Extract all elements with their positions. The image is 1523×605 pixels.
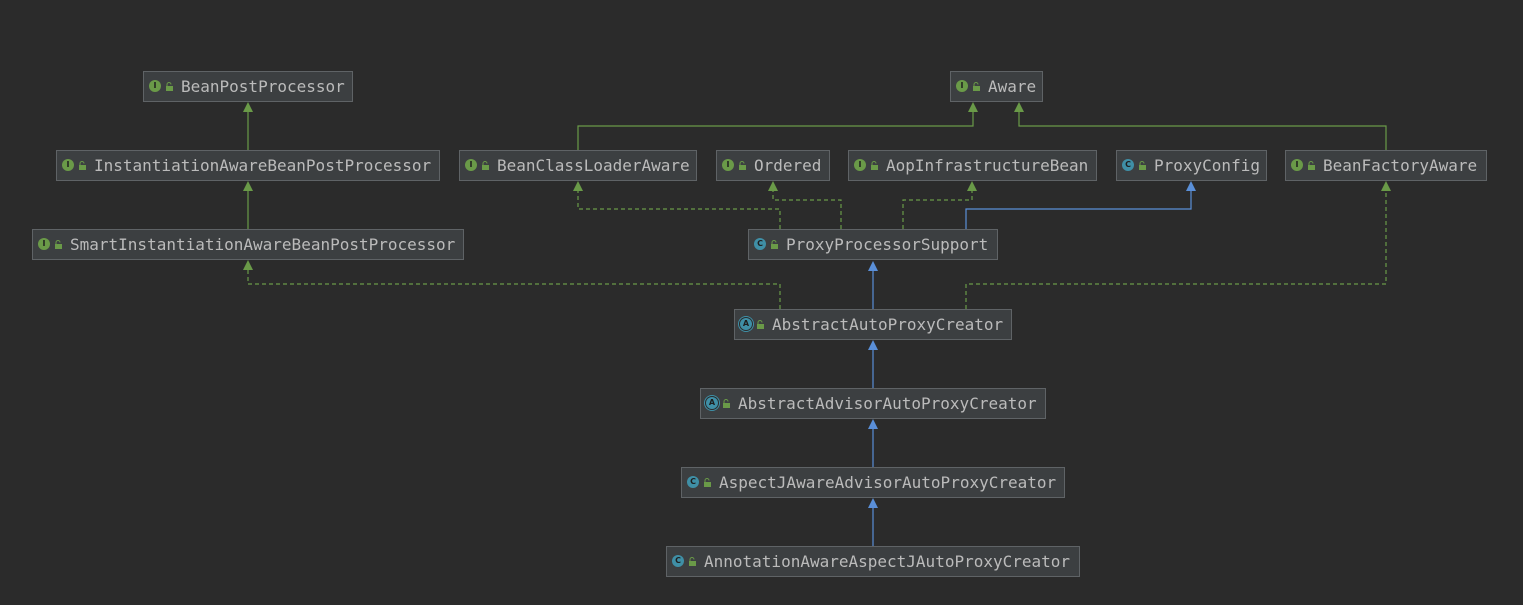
public-visibility-icon [689, 557, 696, 566]
edge-line [577, 190, 781, 229]
arrowhead [1186, 181, 1196, 191]
edge-line [902, 190, 973, 229]
class-icon: C [672, 555, 684, 567]
edge-BeanFactoryAware-to-Aware [1014, 102, 1387, 150]
arrowhead [967, 181, 977, 191]
edge-BeanClassLoaderAware-to-Aware [577, 102, 978, 150]
arrowhead [868, 498, 878, 508]
node-AspectJAwareAdvisorAutoProxyCreator[interactable]: C AspectJAwareAdvisorAutoProxyCreator [681, 467, 1065, 498]
interface-icon: I [956, 80, 968, 92]
public-visibility-icon [739, 161, 746, 170]
edge-InstantiationAwareBeanPostProcessor-to-BeanPostProcessor [243, 102, 253, 150]
edge-AbstractAdvisorAutoProxyCreator-to-AbstractAutoProxyCreator [868, 340, 878, 388]
node-AbstractAutoProxyCreator[interactable]: A AbstractAutoProxyCreator [734, 309, 1012, 340]
edge-AbstractAutoProxyCreator-to-ProxyProcessorSupport [868, 261, 878, 309]
node-label: AopInfrastructureBean [886, 156, 1089, 175]
node-AnnotationAwareAspectJAutoProxyCreator[interactable]: C AnnotationAwareAspectJAutoProxyCreator [666, 546, 1080, 577]
arrowhead [243, 102, 253, 112]
node-AopInfrastructureBean[interactable]: I AopInfrastructureBean [848, 150, 1097, 181]
node-BeanFactoryAware[interactable]: I BeanFactoryAware [1285, 150, 1487, 181]
node-label: InstantiationAwareBeanPostProcessor [94, 156, 432, 175]
edge-line [1018, 111, 1387, 150]
node-label: AbstractAdvisorAutoProxyCreator [738, 394, 1037, 413]
node-label: BeanPostProcessor [181, 77, 345, 96]
arrowhead [243, 260, 253, 270]
public-visibility-icon [771, 240, 778, 249]
arrowhead [573, 181, 583, 191]
interface-icon: I [465, 159, 477, 171]
edge-AnnotationAwareAspectJAutoProxyCreator-to-AspectJAwareAdvisorAutoProxyCreator [868, 498, 878, 546]
node-label: AspectJAwareAdvisorAutoProxyCreator [719, 473, 1057, 492]
public-visibility-icon [973, 82, 980, 91]
public-visibility-icon [757, 320, 764, 329]
public-visibility-icon [79, 161, 86, 170]
node-BeanPostProcessor[interactable]: I BeanPostProcessor [143, 71, 353, 102]
node-AbstractAdvisorAutoProxyCreator[interactable]: A AbstractAdvisorAutoProxyCreator [700, 388, 1046, 419]
interface-icon: I [149, 80, 161, 92]
node-ProxyConfig[interactable]: C ProxyConfig [1116, 150, 1267, 181]
arrowhead [868, 340, 878, 350]
arrowhead [1381, 181, 1391, 191]
public-visibility-icon [1308, 161, 1315, 170]
arrowhead [1014, 102, 1024, 112]
node-label: AnnotationAwareAspectJAutoProxyCreator [704, 552, 1071, 571]
node-label: Aware [988, 77, 1037, 96]
edge-AbstractAutoProxyCreator-to-BeanFactoryAware [965, 181, 1391, 309]
public-visibility-icon [482, 161, 489, 170]
edge-SmartInstantiationAwareBeanPostProcessor-to-InstantiationAwareBeanPostProcessor [243, 181, 253, 229]
arrowhead [243, 181, 253, 191]
edge-line [965, 190, 1192, 229]
edge-line [577, 111, 974, 150]
class-icon: C [687, 476, 699, 488]
public-visibility-icon [166, 82, 173, 91]
interface-icon: I [854, 159, 866, 171]
edge-line [772, 190, 842, 229]
arrowhead [868, 419, 878, 429]
edge-AbstractAutoProxyCreator-to-SmartInstantiationAwareBeanPostProcessor [243, 260, 781, 309]
node-label: ProxyConfig [1154, 156, 1260, 175]
class-icon: C [754, 238, 766, 250]
node-Aware[interactable]: I Aware [950, 71, 1043, 102]
arrowhead [768, 181, 778, 191]
node-label: SmartInstantiationAwareBeanPostProcessor [70, 235, 456, 254]
node-label: AbstractAutoProxyCreator [772, 315, 1004, 334]
node-SmartInstantiationAwareBeanPostProcessor[interactable]: I SmartInstantiationAwareBeanPostProcesso… [32, 229, 464, 260]
node-BeanClassLoaderAware[interactable]: I BeanClassLoaderAware [459, 150, 697, 181]
node-ProxyProcessorSupport[interactable]: C ProxyProcessorSupport [748, 229, 998, 260]
edge-line [247, 269, 781, 309]
edge-ProxyProcessorSupport-to-ProxyConfig [965, 181, 1196, 229]
public-visibility-icon [1139, 161, 1146, 170]
node-label: Ordered [754, 156, 822, 175]
interface-icon: I [38, 238, 50, 250]
edge-line [965, 190, 1387, 309]
public-visibility-icon [871, 161, 878, 170]
node-Ordered[interactable]: I Ordered [716, 150, 830, 181]
edge-ProxyProcessorSupport-to-BeanClassLoaderAware [573, 181, 781, 229]
interface-icon: I [62, 159, 74, 171]
interface-icon: I [1291, 159, 1303, 171]
arrowhead [968, 102, 978, 112]
node-InstantiationAwareBeanPostProcessor[interactable]: I InstantiationAwareBeanPostProcessor [56, 150, 440, 181]
public-visibility-icon [723, 399, 730, 408]
public-visibility-icon [55, 240, 62, 249]
abstract-class-icon: A [740, 318, 752, 330]
abstract-class-icon: A [706, 397, 718, 409]
arrowhead [868, 261, 878, 271]
class-icon: C [1122, 159, 1134, 171]
node-label: ProxyProcessorSupport [786, 235, 989, 254]
node-label: BeanClassLoaderAware [497, 156, 690, 175]
interface-icon: I [722, 159, 734, 171]
edge-AspectJAwareAdvisorAutoProxyCreator-to-AbstractAdvisorAutoProxyCreator [868, 419, 878, 467]
public-visibility-icon [704, 478, 711, 487]
node-label: BeanFactoryAware [1323, 156, 1478, 175]
edge-ProxyProcessorSupport-to-Ordered [768, 181, 842, 229]
